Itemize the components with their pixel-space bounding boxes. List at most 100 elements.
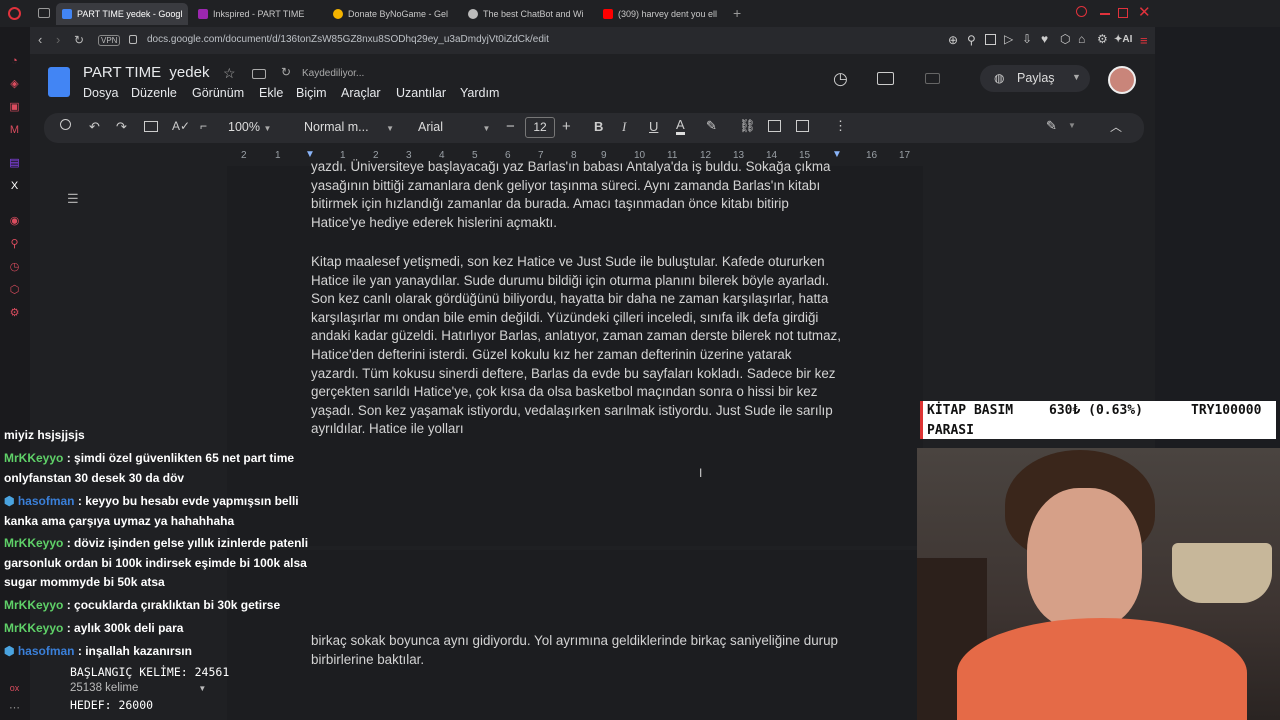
italic-icon[interactable]: I <box>622 119 626 135</box>
play-icon[interactable]: ▷ <box>1004 32 1013 46</box>
heart-icon[interactable]: ♥ <box>1041 32 1048 46</box>
current-word-count: 25138 kelime ▼ <box>70 680 229 697</box>
aria-icon[interactable]: ◔ <box>8 55 21 68</box>
reload-icon[interactable]: ↻ <box>74 33 84 47</box>
add-comment-icon[interactable] <box>768 120 781 132</box>
redo-icon[interactable]: ↷ <box>116 119 127 135</box>
more-options-icon[interactable]: ⋮ <box>834 118 847 134</box>
text-color-icon[interactable]: A <box>676 117 685 135</box>
menu-uzantilar[interactable]: Uzantılar <box>396 86 446 100</box>
snapshot-icon[interactable] <box>985 34 996 45</box>
profile-icon[interactable]: ⌂ <box>1078 32 1085 46</box>
opera-logo-icon[interactable] <box>8 7 21 20</box>
print-icon[interactable] <box>144 121 158 132</box>
word-count-value: 25138 kelime <box>70 682 139 694</box>
style-dropdown-icon: ▼ <box>386 124 394 133</box>
share-button[interactable]: ◍ Paylaş ▼ <box>980 65 1090 92</box>
pinboard-icon[interactable]: ⚲ <box>8 238 21 251</box>
hide-menus-icon[interactable]: ︿ <box>1110 118 1122 135</box>
word-count-dropdown-icon[interactable]: ▼ <box>198 684 206 693</box>
doc-title[interactable]: PART TIME yedek <box>83 64 209 81</box>
bynogame-favicon-icon <box>333 9 343 19</box>
easy-setup-icon[interactable]: ⚙ <box>1097 32 1108 46</box>
highlight-icon[interactable]: ✎ <box>706 118 717 134</box>
tab-0[interactable]: PART TIME yedek - Googl <box>56 3 188 25</box>
player-icon[interactable]: ◉ <box>8 215 21 228</box>
paragraph-3[interactable]: birkaç sokak boyunca aynı gidiyordu. Yol… <box>311 632 841 669</box>
paragraph-1[interactable]: yazdı. Üniversiteye başlayacağı yaz Barl… <box>311 158 841 232</box>
browser-menu-icon[interactable]: ≡ <box>1140 33 1148 48</box>
forward-icon[interactable]: › <box>56 32 60 47</box>
underline-icon[interactable]: U <box>649 119 658 134</box>
ai-button[interactable]: ✦AI <box>1114 34 1132 45</box>
font-size-increase-icon[interactable]: + <box>562 118 571 135</box>
mail-icon[interactable]: M <box>8 124 21 137</box>
search-menus-icon[interactable] <box>60 119 71 130</box>
tab-4[interactable]: (309) harvey dent you ell <box>597 3 727 25</box>
spellcheck-icon[interactable]: A✓ <box>172 119 190 133</box>
x-icon[interactable]: X <box>8 180 21 193</box>
editing-mode-icon[interactable]: ✎ <box>1046 118 1057 134</box>
bold-icon[interactable]: B <box>594 119 603 134</box>
link-icon[interactable]: ⛓ <box>739 118 756 134</box>
history-icon[interactable]: ◷ <box>8 261 21 274</box>
avatar[interactable] <box>1108 66 1136 94</box>
settings-icon[interactable]: ⚙ <box>8 307 21 320</box>
font-select[interactable]: Arial ▼ <box>418 120 490 134</box>
menu-gorunum[interactable]: Görünüm <box>192 86 244 100</box>
close-window-icon[interactable]: ✕ <box>1138 3 1151 21</box>
menu-dosya[interactable]: Dosya <box>83 86 118 100</box>
docs-logo-icon[interactable] <box>48 67 70 97</box>
menu-duzenle[interactable]: Düzenle <box>131 86 177 100</box>
word-counter: BAŞLANGIÇ KELİME: 24561 25138 kelime ▼ HE… <box>70 664 229 713</box>
twitch-icon[interactable]: ▤ <box>8 157 21 170</box>
undo-icon[interactable]: ↶ <box>89 119 100 135</box>
font-dropdown-icon: ▼ <box>482 124 491 133</box>
goal-label-2: PARASI <box>927 423 974 438</box>
inkspired-favicon-icon <box>198 9 208 19</box>
document-page-2[interactable]: birkaç sokak boyunca aynı gidiyordu. Yol… <box>227 550 923 720</box>
extensions-puzzle-icon[interactable]: ⬡ <box>1060 32 1070 46</box>
tab-1[interactable]: Inkspired - PART TIME <box>192 3 322 25</box>
paragraph-2[interactable]: Kitap maalesef yetişmedi, son kez Hatice… <box>311 253 841 439</box>
extensions-icon[interactable]: ⬡ <box>8 284 21 297</box>
zoom-select[interactable]: 100% ▼ <box>228 120 271 134</box>
menu-yardim[interactable]: Yardım <box>460 86 499 100</box>
editing-mode-dropdown-icon[interactable]: ▼ <box>1068 121 1076 130</box>
search-tabs-icon[interactable] <box>1076 6 1087 17</box>
tab-2[interactable]: Donate ByNoGame - Gel <box>327 3 457 25</box>
menu-bicim[interactable]: Biçim <box>296 86 327 100</box>
meet-icon[interactable] <box>925 73 940 84</box>
style-select[interactable]: Normal m... ▼ <box>304 120 394 134</box>
version-history-icon[interactable]: ◷ <box>833 69 848 89</box>
download-icon[interactable]: ⇩ <box>1022 32 1032 46</box>
star-icon[interactable]: ☆ <box>223 65 236 82</box>
workspaces-icon[interactable] <box>38 8 50 18</box>
move-folder-icon[interactable] <box>252 69 266 79</box>
messenger-icon[interactable]: ◈ <box>8 78 21 91</box>
goal-progress: 630₺ (0.63%) <box>1049 403 1143 418</box>
zoom-icon[interactable]: ⊕ <box>948 33 958 47</box>
docs-toolbar: ↶ ↷ A✓ ⌐ 100% ▼ Normal m... ▼ Arial ▼ − … <box>44 113 1144 143</box>
font-size-input[interactable]: 12 <box>525 117 555 138</box>
pin-icon[interactable]: ⚲ <box>967 33 976 47</box>
instagram-icon[interactable]: ▣ <box>8 101 21 114</box>
url-field[interactable]: docs.google.com/document/d/136tonZsW85GZ… <box>147 34 549 45</box>
outline-icon[interactable]: ☰ <box>67 191 79 207</box>
insert-image-icon[interactable] <box>796 120 809 132</box>
document-page[interactable]: yazdı. Üniversiteye başlayacağı yaz Barl… <box>227 159 923 546</box>
back-icon[interactable]: ‹ <box>38 32 42 47</box>
share-label: Paylaş <box>1017 71 1055 85</box>
menu-araclar[interactable]: Araçlar <box>341 86 381 100</box>
menu-ekle[interactable]: Ekle <box>259 86 283 100</box>
paint-format-icon[interactable]: ⌐ <box>200 119 207 133</box>
maximize-icon[interactable] <box>1118 8 1128 18</box>
font-size-decrease-icon[interactable]: − <box>506 118 515 135</box>
share-dropdown-icon[interactable]: ▼ <box>1072 72 1081 82</box>
vpn-badge[interactable]: VPN <box>98 35 121 46</box>
minimize-icon[interactable] <box>1100 13 1110 15</box>
new-tab-icon[interactable]: + <box>733 5 741 21</box>
badge-icon: ⬢ <box>4 644 15 658</box>
tab-3[interactable]: The best ChatBot and Wi <box>462 3 592 25</box>
comments-icon[interactable] <box>877 72 894 85</box>
